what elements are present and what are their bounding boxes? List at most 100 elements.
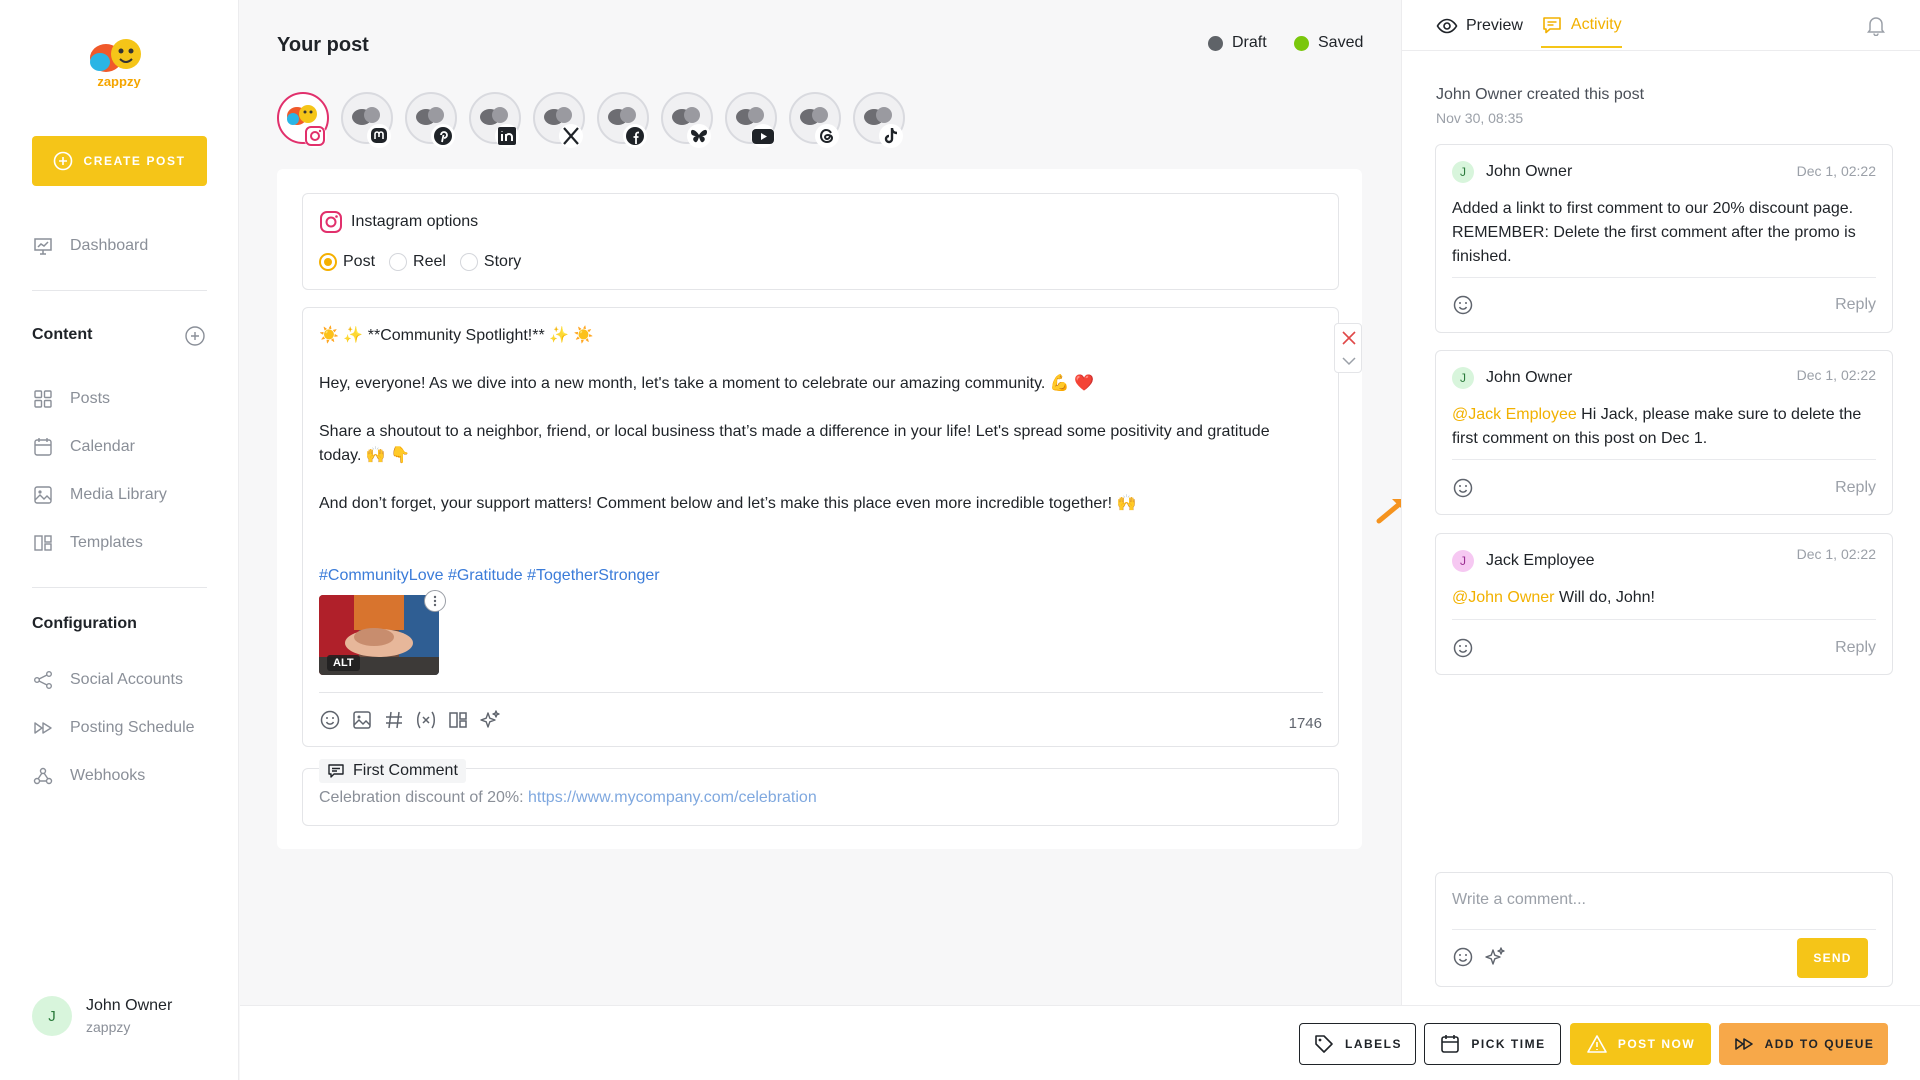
more-vertical-icon[interactable] [424,590,446,612]
account-tiktok[interactable] [853,92,905,148]
account-instagram[interactable] [277,92,329,148]
reply-link[interactable]: Reply [1835,479,1876,497]
emoji-icon[interactable] [319,709,341,731]
sidebar-item-media-library[interactable]: Media Library [32,484,167,506]
account-pinterest[interactable] [405,92,457,148]
character-count: 1746 [1288,715,1322,732]
pick-time-button[interactable]: PICK TIME [1424,1023,1561,1065]
sidebar-item-label: Posting Schedule [70,719,195,736]
radio-reel[interactable]: Reel [389,253,446,271]
saved-label: Saved [1318,34,1364,51]
svg-text:zappzy: zappzy [97,74,141,88]
calendar-icon [34,438,52,456]
account-facebook[interactable] [597,92,649,148]
created-time: Nov 30, 08:35 [1436,110,1524,126]
facebook-icon [626,127,644,145]
image-icon[interactable] [351,709,373,731]
current-user[interactable]: J John Owner zappzy [32,996,172,1036]
tag-icon [1315,1035,1333,1053]
template-icon [34,535,52,551]
created-text: John Owner created this post [1436,86,1645,103]
emoji-icon[interactable] [1452,946,1474,968]
tab-preview[interactable]: Preview [1436,14,1523,48]
instagram-icon [305,126,325,146]
action-bar: LABELS PICK TIME POST NOW ADD TO QUEUE [240,1005,1920,1080]
comment-input[interactable] [1452,891,1872,909]
instagram-icon [320,211,342,233]
bell-icon[interactable] [1865,14,1887,36]
tab-activity[interactable]: Activity [1540,14,1622,48]
radio-post[interactable]: Post [319,253,375,271]
account-threads[interactable] [789,92,841,148]
mention[interactable]: @Jack Employee [1452,406,1577,423]
tiktok-icon [884,127,898,144]
sidebar-item-templates[interactable]: Templates [32,532,143,554]
comment-text: Added a linkt to first comment to our 20… [1452,200,1856,265]
avatar: J [1452,161,1474,183]
emoji-icon[interactable] [1452,637,1474,659]
eye-icon [1436,18,1458,34]
comment-time: Dec 1, 02:22 [1796,367,1876,383]
sidebar-item-social-accounts[interactable]: Social Accounts [32,669,183,691]
comment-divider [1452,619,1876,620]
account-mastodon[interactable] [341,92,393,148]
comment-text: @John Owner Will do, John! [1452,589,1655,606]
radio-story[interactable]: Story [459,253,521,271]
create-post-label: CREATE POST [83,154,186,168]
sidebar-item-webhooks[interactable]: Webhooks [32,765,145,787]
ai-sparkle-icon[interactable] [1484,946,1506,968]
first-comment-link[interactable]: https://www.mycompany.com/celebration [528,789,817,806]
ai-sparkle-icon[interactable] [479,709,501,731]
first-comment-card[interactable]: First Comment Celebration discount of 20… [302,759,1339,826]
account-linkedin[interactable] [469,92,521,148]
avatar: J [1452,550,1474,572]
create-post-button[interactable]: CREATE POST [32,136,207,186]
account-x[interactable] [533,92,585,148]
mastodon-icon [371,128,387,143]
add-to-queue-button[interactable]: ADD TO QUEUE [1719,1023,1888,1065]
mention[interactable]: @John Owner [1452,589,1555,606]
sidebar-item-calendar[interactable]: Calendar [32,436,135,458]
template-icon[interactable] [447,709,469,731]
labels-button[interactable]: LABELS [1299,1023,1416,1065]
activity-panel: Preview Activity John Owner created this… [1401,0,1920,1005]
variable-icon[interactable] [415,709,437,731]
media-thumbnail[interactable]: ALT [319,595,439,675]
hashtag-icon[interactable] [383,709,405,731]
add-circle-icon[interactable] [184,325,206,347]
close-icon[interactable] [1341,330,1357,346]
post-editor[interactable]: ☀️ ✨ **Community Spotlight!** ✨ ☀️ Hey, … [302,307,1362,747]
avatar: J [1452,367,1474,389]
chat-icon [1543,17,1561,34]
comment-divider [1452,277,1876,278]
sidebar-item-label: Webhooks [70,767,146,784]
emoji-icon[interactable] [1452,477,1474,499]
zappzy-logo[interactable]: zappzy [84,36,154,88]
sidebar-item-dashboard[interactable]: Dashboard [32,235,148,257]
comment-author: John Owner [1486,163,1573,180]
webhook-icon [33,767,53,785]
panel-tabs: Preview Activity [1436,14,1622,48]
sidebar-item-posting-schedule[interactable]: Posting Schedule [32,717,195,739]
post-text[interactable]: ☀️ ✨ **Community Spotlight!** ✨ ☀️ Hey, … [319,324,1279,588]
first-comment-text[interactable]: Celebration discount of 20%: https://www… [319,789,817,807]
reply-link[interactable]: Reply [1835,296,1876,314]
sidebar-item-posts[interactable]: Posts [32,388,110,410]
account-youtube[interactable] [725,92,777,148]
emoji-icon[interactable] [1452,294,1474,316]
account-bluesky[interactable] [661,92,713,148]
comment-card: J John Owner Dec 1, 02:22 @Jack Employee… [1435,350,1893,515]
sidebar: zappzy CREATE POST Dashboard Content Pos… [0,0,239,1080]
comment-author: John Owner [1486,369,1573,386]
draft-dot-icon [1208,35,1223,51]
post-hashtags[interactable]: #CommunityLove #Gratitude #TogetherStron… [319,564,1279,588]
content-section-title: Content [32,326,93,343]
reply-link[interactable]: Reply [1835,639,1876,657]
chevron-down-icon[interactable] [1341,353,1357,369]
post-now-button[interactable]: POST NOW [1570,1023,1711,1065]
saved-dot-icon [1294,35,1309,51]
send-button[interactable]: SEND [1797,938,1868,978]
comment-text: @Jack Employee Hi Jack, please make sure… [1452,406,1862,447]
alt-badge[interactable]: ALT [327,655,360,671]
sidebar-item-label: Templates [70,534,143,551]
